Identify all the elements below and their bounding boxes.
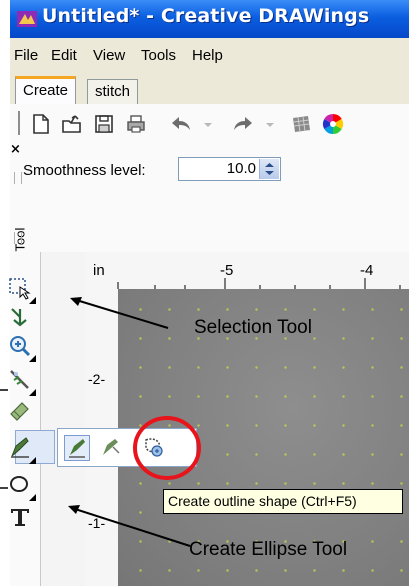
ellipse-arrow	[71, 507, 191, 547]
ellipse-tool-callout: Create Ellipse Tool	[189, 539, 348, 560]
highlight-circle	[133, 416, 201, 480]
selection-arrow	[72, 298, 169, 329]
app-window: Untitled* - Creative DRAWings File Edit …	[0, 0, 409, 586]
selection-tool-callout: Selection Tool	[194, 317, 312, 338]
annotation-layer	[0, 297, 201, 547]
